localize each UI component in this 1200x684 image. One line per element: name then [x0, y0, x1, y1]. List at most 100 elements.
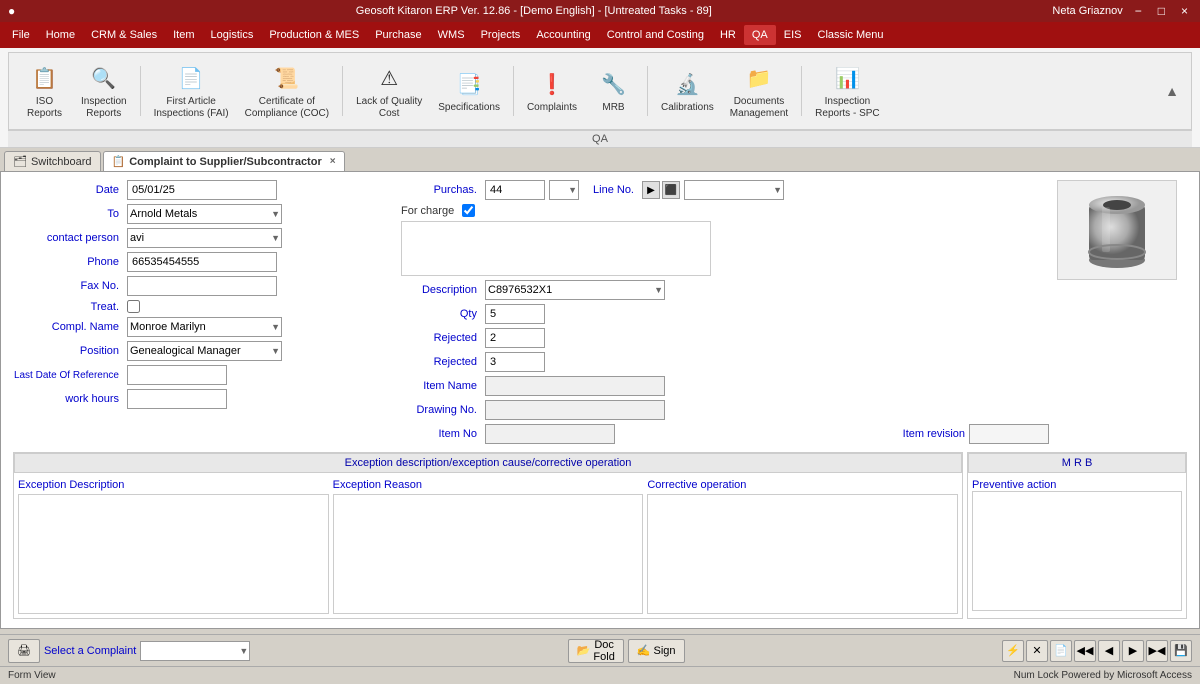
treat-row: Treat.	[13, 300, 393, 313]
drawing-no-row: Drawing No.	[401, 400, 1049, 420]
save-button[interactable]: 💾	[1170, 640, 1192, 662]
menu-item-classic-menu[interactable]: Classic Menu	[810, 25, 892, 45]
exception-reason-col: Exception Reason	[333, 479, 644, 614]
rejected1-input[interactable]	[485, 328, 545, 348]
to-row: To Arnold Metals ▼	[13, 204, 393, 224]
tab-label: Switchboard	[31, 156, 92, 168]
ribbon-btn-specifications[interactable]: 📑Specifications	[431, 63, 507, 119]
work-hours-input[interactable]	[127, 389, 227, 409]
purchas-input[interactable]	[485, 180, 545, 200]
next-record-button[interactable]: ▶	[1122, 640, 1144, 662]
item-revision-field: Item revision	[903, 424, 1049, 444]
prev-record-button[interactable]: ◀	[1098, 640, 1120, 662]
ribbon-btn-cert-compliance[interactable]: 📜Certificate ofCompliance (COC)	[238, 57, 336, 125]
drawing-no-label: Drawing No.	[401, 404, 481, 416]
doc-fold-button[interactable]: 📂 DocFold	[568, 639, 624, 663]
item-revision-input[interactable]	[969, 424, 1049, 444]
ribbon-btn-mrb[interactable]: 🔧MRB	[586, 63, 641, 119]
to-select[interactable]: Arnold Metals	[127, 204, 282, 224]
menu-item-control-and-costing[interactable]: Control and Costing	[599, 25, 712, 45]
rejected2-input[interactable]	[485, 352, 545, 372]
exception-reason-label: Exception Reason	[333, 479, 644, 491]
ribbon-icon-iso-reports: 📋	[29, 62, 61, 94]
ribbon-btn-first-article[interactable]: 📄First ArticleInspections (FAI)	[147, 57, 236, 125]
ribbon-btn-calibrations[interactable]: 🔬Calibrations	[654, 63, 721, 119]
ribbon-label-documents-mgmt: DocumentsManagement	[730, 96, 788, 120]
menu-item-hr[interactable]: HR	[712, 25, 744, 45]
filter-button[interactable]: ⚡	[1002, 640, 1024, 662]
description-row: Description C8976532X1 ▼	[401, 280, 1049, 300]
maximize-button[interactable]: □	[1154, 4, 1169, 18]
menu-item-file[interactable]: File	[4, 25, 38, 45]
first-record-button[interactable]: ◀◀	[1074, 640, 1096, 662]
ribbon-icon-mrb: 🔧	[597, 68, 629, 100]
delete-button[interactable]: ✕	[1026, 640, 1048, 662]
ribbon-btn-documents-mgmt[interactable]: 📁DocumentsManagement	[723, 57, 795, 125]
line-no-nav-btn2[interactable]: ⬛	[662, 181, 680, 199]
mrb-header: M R B	[968, 453, 1186, 473]
item-name-input[interactable]	[485, 376, 665, 396]
to-label: To	[13, 208, 123, 220]
description-select[interactable]: C8976532X1	[485, 280, 665, 300]
menu-item-qa[interactable]: QA	[744, 25, 776, 45]
date-input[interactable]	[127, 180, 277, 200]
exception-desc-textarea[interactable]	[18, 494, 329, 614]
item-no-input[interactable]	[485, 424, 615, 444]
menu-item-logistics[interactable]: Logistics	[203, 25, 262, 45]
minimize-button[interactable]: −	[1131, 4, 1146, 18]
ribbon-btn-iso-reports[interactable]: 📋ISOReports	[17, 57, 72, 125]
corrective-op-textarea[interactable]	[647, 494, 958, 614]
ribbon-btn-inspection-reports-spc[interactable]: 📊InspectionReports - SPC	[808, 57, 886, 125]
last-record-button[interactable]: ▶◀	[1146, 640, 1168, 662]
menu-item-accounting[interactable]: Accounting	[528, 25, 598, 45]
close-button[interactable]: ×	[1177, 4, 1192, 18]
last-date-input[interactable]	[127, 365, 227, 385]
for-charge-checkbox[interactable]	[462, 204, 475, 217]
purchas-text-area	[401, 221, 711, 276]
line-no-nav-btn[interactable]: ▶	[642, 181, 660, 199]
menu-item-item[interactable]: Item	[165, 25, 202, 45]
form-left-col: Date To Arnold Metals ▼	[13, 180, 393, 448]
menu-item-purchase[interactable]: Purchase	[367, 25, 429, 45]
menu-item-home[interactable]: Home	[38, 25, 83, 45]
new-record-button[interactable]: 📄	[1050, 640, 1072, 662]
form-container: Date To Arnold Metals ▼	[0, 171, 1200, 629]
menu-item-wms[interactable]: WMS	[430, 25, 473, 45]
exception-reason-textarea[interactable]	[333, 494, 644, 614]
ribbon-btn-complaints[interactable]: ❗Complaints	[520, 63, 584, 119]
preventive-action-textarea[interactable]	[972, 491, 1182, 611]
sign-label: Sign	[654, 645, 676, 657]
drawing-no-input[interactable]	[485, 400, 665, 420]
contact-person-select[interactable]: avi	[127, 228, 282, 248]
ribbon-btn-inspection-reports[interactable]: 🔍InspectionReports	[74, 57, 134, 125]
ribbon-scroll[interactable]: ▲	[1161, 79, 1183, 103]
treat-checkbox[interactable]	[127, 300, 140, 313]
item-revision-label: Item revision	[903, 428, 965, 440]
line-no-select[interactable]	[684, 180, 784, 200]
menu-item-projects[interactable]: Projects	[473, 25, 529, 45]
fax-input[interactable]	[127, 276, 277, 296]
purchas-select[interactable]	[549, 180, 579, 200]
menu-item-eis[interactable]: EIS	[776, 25, 810, 45]
print-button[interactable]: 🖨	[8, 639, 40, 663]
complaint-select[interactable]	[140, 641, 250, 661]
doc-tab-complaint-to-supplier-subcontr[interactable]: 📋Complaint to Supplier/Subcontractor×	[103, 151, 345, 171]
bottom-bar: 🖨 Select a Complaint ▼ 📂 DocFold ✍ Sign …	[0, 634, 1200, 666]
ribbon-tab-label: QA	[8, 130, 1192, 147]
doc-tab-switchboard[interactable]: 🗂Switchboard	[4, 151, 101, 171]
qty-input[interactable]	[485, 304, 545, 324]
sign-icon: ✍	[637, 644, 651, 657]
position-select[interactable]: Genealogical Manager	[127, 341, 282, 361]
title-bar: ● Geosoft Kitaron ERP Ver. 12.86 - [Demo…	[0, 0, 1200, 22]
menu-item-production---mes[interactable]: Production & MES	[261, 25, 367, 45]
ribbon-btn-lack-quality[interactable]: ⚠Lack of QualityCost	[349, 57, 429, 125]
ribbon-icon-cert-compliance: 📜	[271, 62, 303, 94]
phone-input[interactable]	[127, 252, 277, 272]
ribbon-icon-specifications: 📑	[453, 68, 485, 100]
menu-item-crm---sales[interactable]: CRM & Sales	[83, 25, 165, 45]
contact-person-label: contact person	[13, 232, 123, 244]
tab-close-button[interactable]: ×	[330, 156, 336, 167]
title-bar-left: ●	[8, 4, 15, 18]
compl-name-select[interactable]: Monroe Marilyn	[127, 317, 282, 337]
sign-button[interactable]: ✍ Sign	[628, 639, 685, 663]
